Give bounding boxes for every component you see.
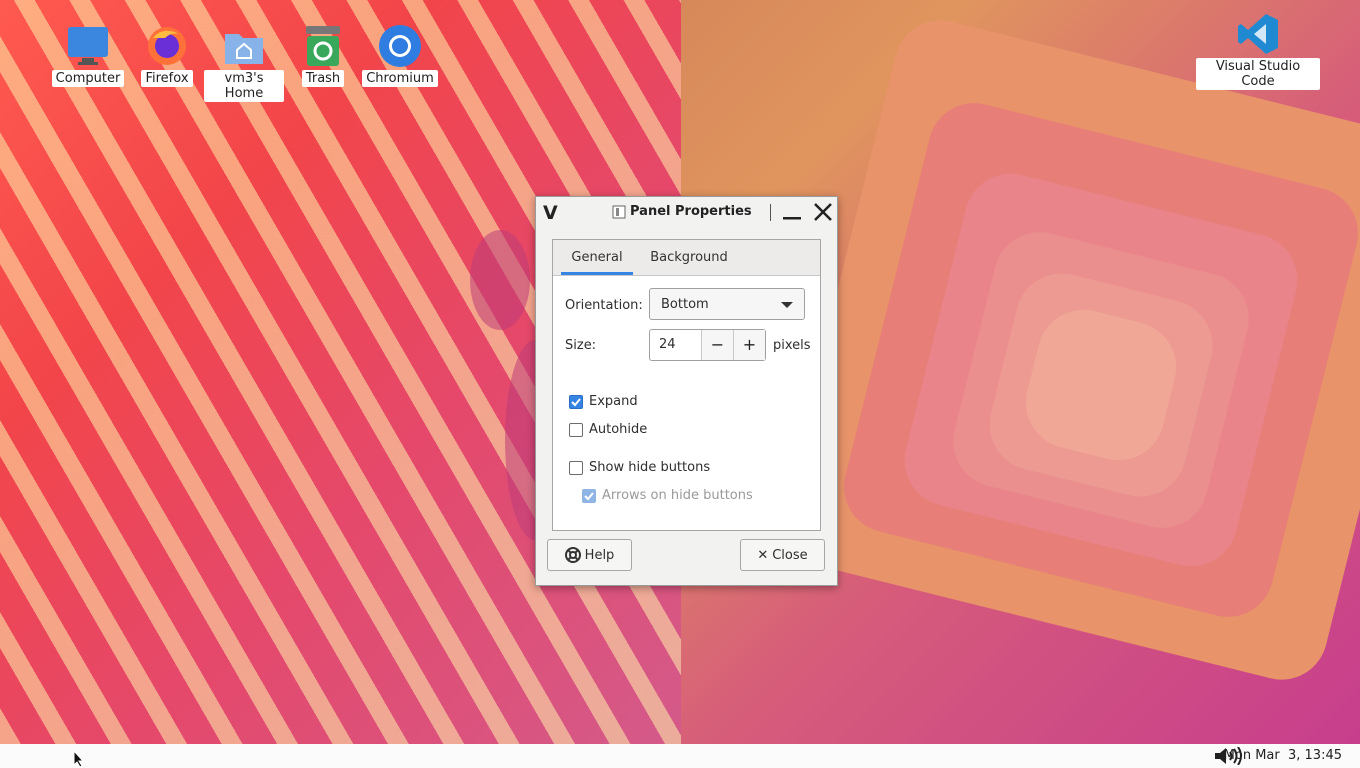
autohide-checkbox[interactable]: Autohide <box>569 422 647 437</box>
arrows-on-hide-buttons-label: Arrows on hide buttons <box>602 488 753 503</box>
panel-properties-dialog: V Panel Properties General Background Or… <box>535 196 838 586</box>
bottom-panel: Mon Mar 3, 13:45 <box>0 744 1360 768</box>
desktop-icon-home[interactable]: vm3's Home <box>204 24 284 102</box>
monitor-icon <box>66 24 110 68</box>
minimize-icon[interactable] <box>782 203 802 221</box>
tab-label: General <box>571 250 623 265</box>
desktop-icon-firefox[interactable]: Firefox <box>127 24 207 87</box>
show-hide-buttons-checkbox[interactable]: Show hide buttons <box>569 460 710 475</box>
expand-checkbox[interactable]: Expand <box>569 394 638 409</box>
close-icon[interactable] <box>812 201 834 223</box>
chevron-down-icon <box>781 302 793 308</box>
desktop-icon-label: Trash <box>301 70 345 87</box>
help-icon <box>564 547 581 563</box>
checkbox-checked-icon <box>569 394 583 409</box>
desktop-icon-label: Firefox <box>141 70 193 87</box>
tab-bar: General Background <box>553 240 820 276</box>
desktop-icon-label: Chromium <box>362 70 438 87</box>
tab-background[interactable]: Background <box>645 240 733 275</box>
mouse-cursor-icon <box>73 750 85 768</box>
home-folder-icon <box>222 24 266 68</box>
help-button[interactable]: Help <box>547 539 632 571</box>
dialog-title: Panel Properties <box>612 204 752 219</box>
titlebar-separator <box>770 204 771 221</box>
desktop-icon-chromium[interactable]: Chromium <box>360 24 440 87</box>
tab-label: Background <box>650 250 728 265</box>
size-spinbutton: 24 − + <box>649 329 766 361</box>
tab-general[interactable]: General <box>561 240 633 275</box>
desktop-icon-vscode[interactable]: Visual Studio Code <box>1196 12 1320 90</box>
desktop-icon-label: Computer <box>51 70 125 87</box>
autohide-label: Autohide <box>589 422 648 437</box>
size-unit-label: pixels <box>773 338 811 353</box>
dialog-titlebar[interactable]: V Panel Properties <box>536 197 837 227</box>
settings-notebook: General Background Orientation: Bottom S… <box>552 239 821 531</box>
close-button[interactable]: ✕ Close <box>740 539 825 571</box>
checkbox-checked-icon <box>582 488 596 503</box>
desktop-icon-label: Visual Studio Code <box>1196 58 1320 90</box>
firefox-icon <box>145 24 189 68</box>
checkbox-unchecked-icon <box>569 460 583 475</box>
arrows-on-hide-buttons-checkbox: Arrows on hide buttons <box>582 488 753 503</box>
checkbox-unchecked-icon <box>569 422 583 437</box>
desktop-icon-trash[interactable]: Trash <box>283 24 363 87</box>
panel-app-icon <box>612 205 626 218</box>
close-label: Close <box>772 547 808 563</box>
show-hide-buttons-label: Show hide buttons <box>589 460 711 475</box>
vscode-icon <box>1236 12 1280 56</box>
size-label: Size: <box>565 338 597 353</box>
trash-icon <box>301 24 345 68</box>
size-decrement-button[interactable]: − <box>700 330 733 360</box>
window-menu-icon[interactable]: V <box>543 202 558 224</box>
wallpaper-blob <box>470 230 530 330</box>
orientation-value: Bottom <box>661 297 709 312</box>
expand-label: Expand <box>589 394 638 409</box>
size-input[interactable]: 24 <box>650 330 701 360</box>
dialog-title-text: Panel Properties <box>630 204 752 219</box>
panel-clock[interactable]: Mon Mar 3, 13:45 <box>1224 748 1342 763</box>
close-x-icon: ✕ <box>757 547 769 563</box>
desktop-icon-computer[interactable]: Computer <box>48 24 128 87</box>
orientation-dropdown[interactable]: Bottom <box>649 288 805 320</box>
size-increment-button[interactable]: + <box>732 330 765 360</box>
chromium-icon <box>378 24 422 68</box>
desktop-icon-label: vm3's Home <box>204 70 284 102</box>
help-label: Help <box>584 547 615 563</box>
orientation-label: Orientation: <box>565 298 643 313</box>
